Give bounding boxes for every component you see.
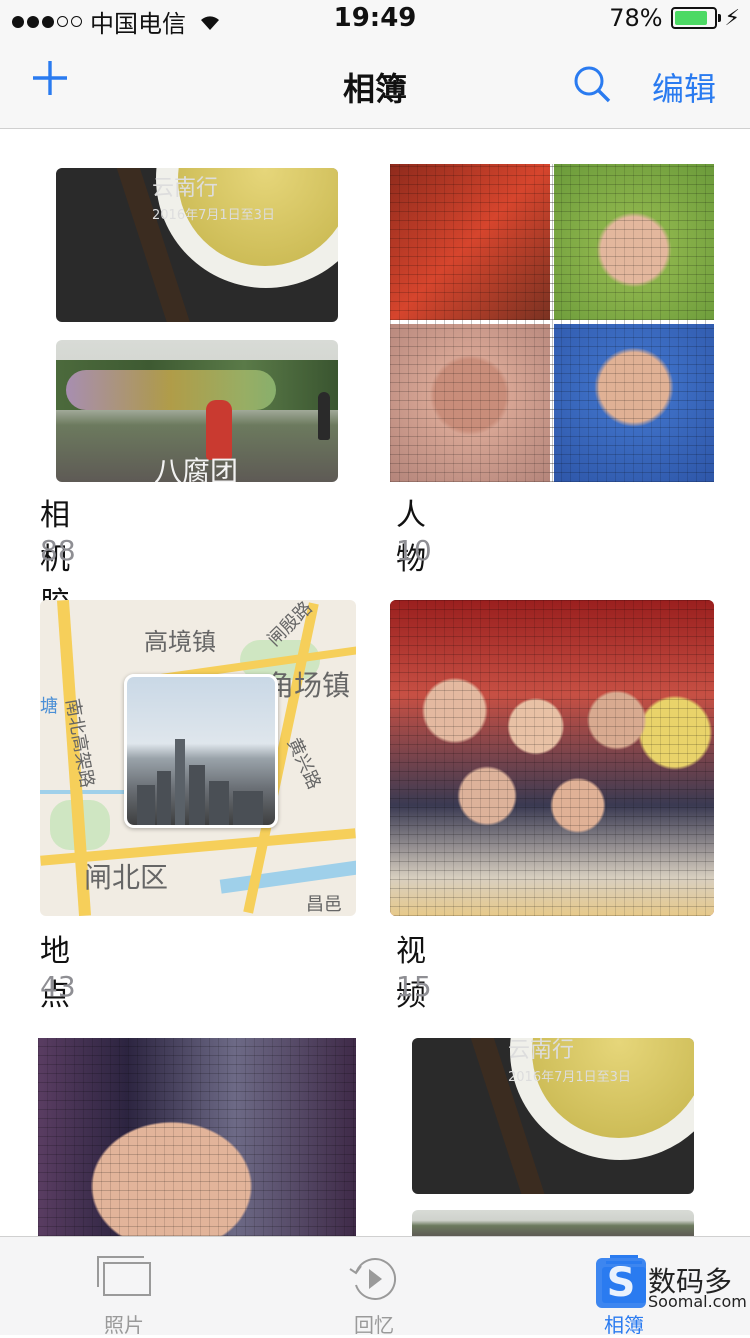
- watermark: S 数码多 Soomal.com: [596, 1252, 750, 1334]
- album-count: 43: [40, 970, 76, 1003]
- battery-percent: 78%: [609, 4, 663, 32]
- status-bar: 中国电信 19:49 78% ⚡: [0, 0, 750, 40]
- album-thumbnail: 高境镇 五角场镇 闸殷路 南北高架路 黄兴路 闸北区 昌邑路 塘: [40, 600, 356, 916]
- album-thumbnail: [390, 164, 714, 482]
- memories-icon: [349, 1258, 396, 1300]
- map-label: 昌邑路: [306, 894, 342, 915]
- watermark-site: Soomal.com: [648, 1292, 747, 1311]
- album-thumbnail: 云南行 2016年7月1日至3日 八腐团: [40, 164, 360, 484]
- album-count: 88: [40, 534, 76, 567]
- map-label: 塘: [40, 696, 58, 717]
- tea-caption: 云南行 2016年7月1日至3日: [508, 1038, 631, 1085]
- navigation-bar: 相簿 编辑: [0, 40, 750, 129]
- tab-photos[interactable]: 照片: [44, 1237, 204, 1337]
- battery-icon: [670, 7, 721, 29]
- photos-icon: [97, 1256, 151, 1296]
- edit-button[interactable]: 编辑: [652, 64, 716, 110]
- album-thumbnail-partial[interactable]: 云南行 2016年7月1日至3日: [412, 1038, 694, 1194]
- map-label: 黄兴路: [282, 734, 325, 793]
- map-label: 高境镇: [144, 628, 216, 656]
- album-count: 10: [396, 534, 432, 567]
- page-title: 相簿: [342, 70, 407, 108]
- tab-memories[interactable]: 回忆: [294, 1237, 454, 1337]
- search-button[interactable]: [572, 64, 612, 108]
- place-photo: [124, 674, 278, 828]
- album-thumbnail-partial[interactable]: [412, 1210, 694, 1236]
- album-count: 15: [396, 970, 432, 1003]
- watermark-logo: S: [596, 1258, 646, 1308]
- tea-photo: 云南行 2016年7月1日至3日: [56, 168, 338, 322]
- album-thumbnail-partial[interactable]: [38, 1038, 356, 1236]
- tea-caption: 云南行 2016年7月1日至3日: [152, 176, 275, 223]
- battery-area: 78% ⚡: [609, 4, 740, 32]
- park-photo: 八腐团: [56, 340, 338, 482]
- map-label: 闸北区: [84, 861, 169, 894]
- album-thumbnail: [390, 600, 714, 916]
- park-caption: 八腐团: [154, 455, 239, 482]
- search-icon: [574, 66, 611, 103]
- charging-icon: ⚡: [724, 5, 740, 31]
